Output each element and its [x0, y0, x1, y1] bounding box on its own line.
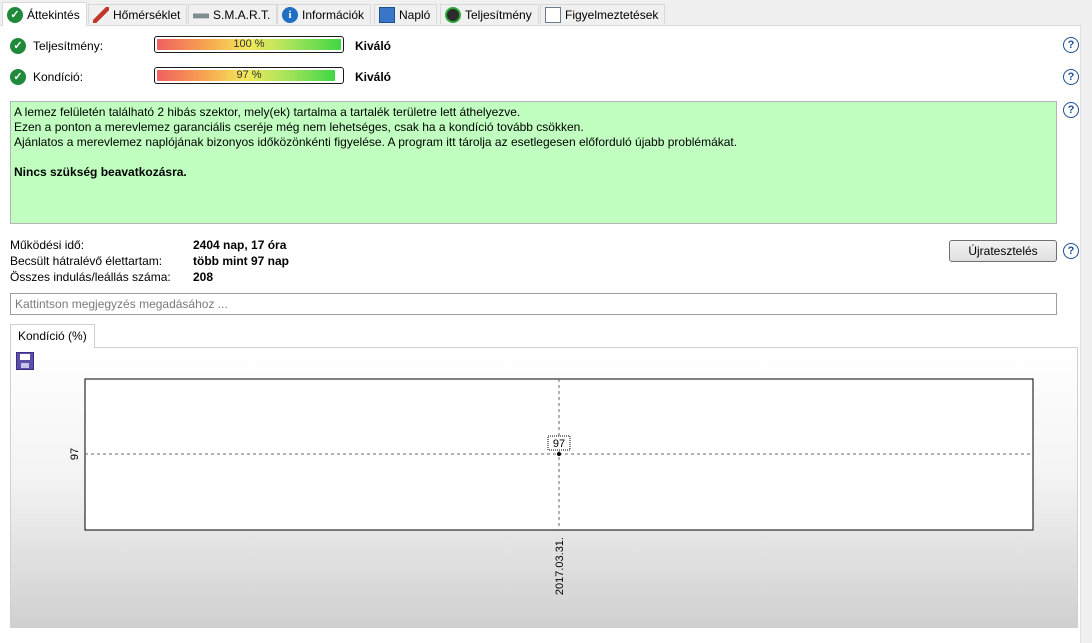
y-tick-label: 97: [69, 448, 81, 460]
vertical-scrollbar[interactable]: [1080, 25, 1092, 643]
condition-chart: 97 2017.03.31. 97: [69, 378, 1034, 595]
data-label: 97: [553, 438, 565, 450]
x-tick-label: 2017.03.31.: [554, 537, 566, 595]
data-point: [557, 452, 561, 456]
